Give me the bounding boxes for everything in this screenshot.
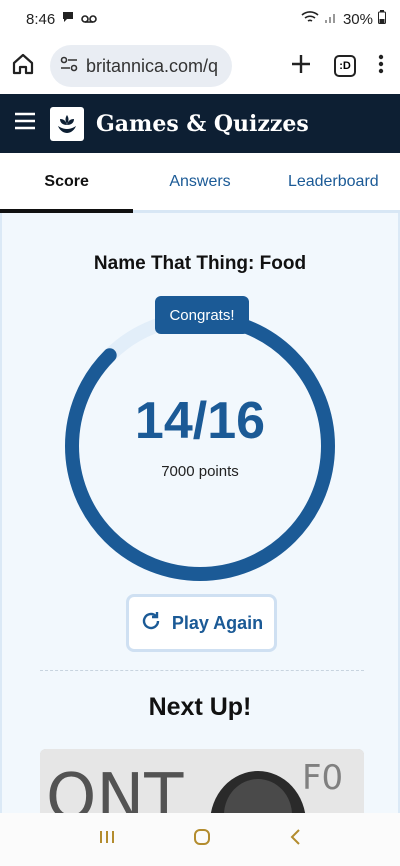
wifi-icon <box>301 10 319 28</box>
status-right: 30% <box>301 10 386 28</box>
svg-text:F0: F0 <box>302 758 343 798</box>
browser-actions: :D <box>290 53 390 80</box>
status-bar: 8:46 30% <box>0 0 400 38</box>
status-time: 8:46 <box>26 10 56 28</box>
recents-icon[interactable] <box>98 829 116 850</box>
score-panel: Name That Thing: Food Congrats! 14/16 70… <box>0 213 400 813</box>
site-brand[interactable]: Games & Quizzes <box>96 111 309 137</box>
refresh-icon <box>140 610 162 637</box>
next-up-heading: Next Up! <box>148 693 252 721</box>
message-icon <box>61 10 75 28</box>
points-value: 7000 points <box>161 463 239 480</box>
url-text: britannica.com/q <box>86 55 219 76</box>
tab-answers[interactable]: Answers <box>133 153 266 210</box>
more-vert-icon[interactable] <box>378 54 384 79</box>
play-again-button[interactable]: Play Again <box>126 594 277 652</box>
voicemail-icon <box>81 11 98 28</box>
tab-switcher-icon[interactable]: :D <box>334 55 356 77</box>
status-left: 8:46 <box>26 10 98 28</box>
battery-text: 30% <box>342 10 373 28</box>
result-tabs: Score Answers Leaderboard <box>0 153 400 213</box>
quiz-title: Name That Thing: Food <box>93 253 307 274</box>
britannica-logo[interactable] <box>50 106 84 141</box>
home-circle-icon[interactable] <box>192 827 212 852</box>
next-quiz-image: ONT F0 <box>40 749 364 813</box>
plus-icon[interactable] <box>290 53 312 80</box>
system-nav-bar <box>0 813 400 866</box>
site-settings-icon[interactable] <box>60 55 78 78</box>
site-header: Games & Quizzes <box>0 94 400 153</box>
play-again-label: Play Again <box>171 612 264 633</box>
tab-leaderboard[interactable]: Leaderboard <box>267 153 400 210</box>
back-icon[interactable] <box>288 828 302 851</box>
signal-icon <box>324 10 338 28</box>
browser-toolbar: britannica.com/q :D <box>0 38 400 94</box>
url-bar[interactable]: britannica.com/q <box>50 45 232 87</box>
battery-icon <box>378 10 386 28</box>
home-icon[interactable] <box>10 51 36 82</box>
svg-text:ONT: ONT <box>46 761 184 813</box>
section-divider <box>40 670 364 671</box>
score-value: 14/16 <box>134 392 266 450</box>
congrats-badge: Congrats! <box>155 296 249 334</box>
tab-score[interactable]: Score <box>0 153 134 213</box>
menu-icon[interactable] <box>14 112 36 135</box>
next-quiz-card[interactable]: ONT F0 <box>40 749 364 813</box>
